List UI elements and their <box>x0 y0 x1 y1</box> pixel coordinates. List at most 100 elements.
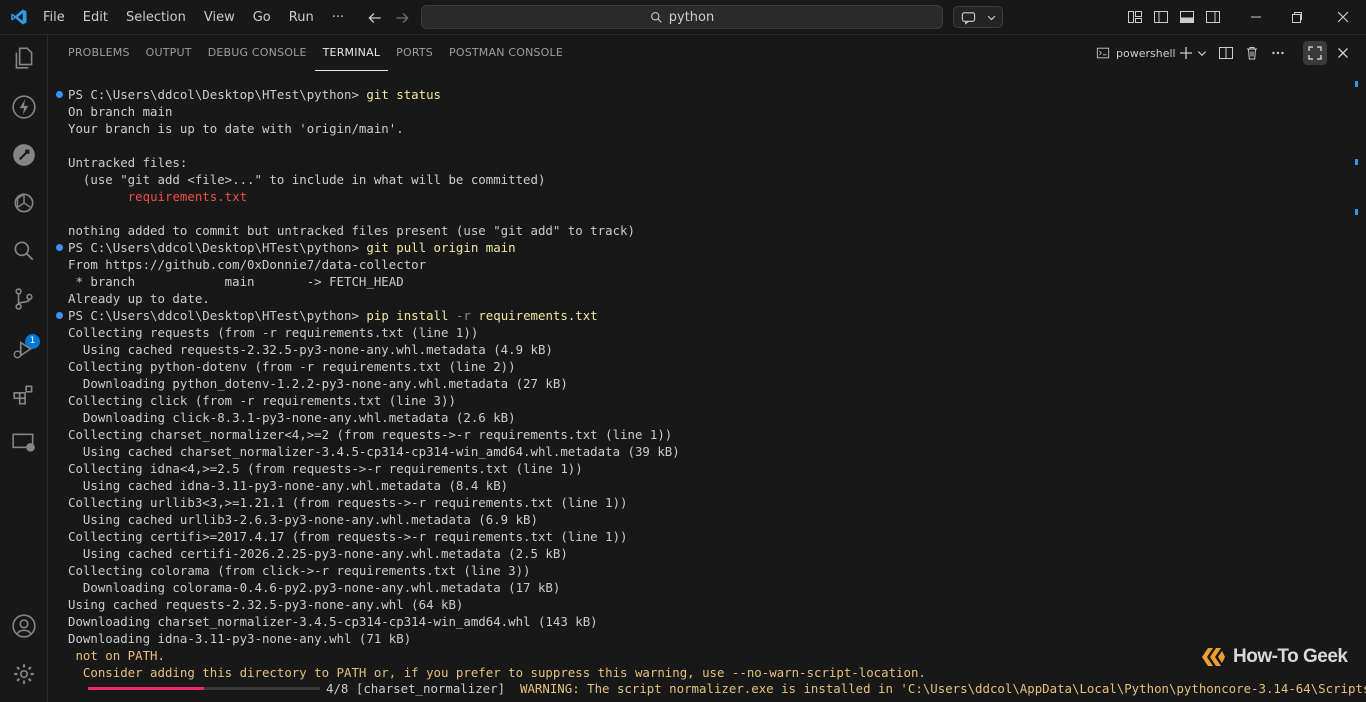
terminal-line: Collecting charset_normalizer<4,>=2 (fro… <box>68 426 1348 443</box>
chevron-down-icon[interactable] <box>1196 45 1208 61</box>
terminal-line: Your branch is up to date with 'origin/m… <box>68 120 1348 137</box>
plus-icon[interactable] <box>1178 45 1194 61</box>
run-debug-icon[interactable] <box>11 336 37 362</box>
terminal-text: Using cached idna-3.11-py3-none-any.whl.… <box>68 478 509 493</box>
terminal-line: (use "git add <file>..." to include in w… <box>68 171 1348 188</box>
command-decoration-icon[interactable] <box>56 244 63 251</box>
terminal-text: not on PATH. <box>68 648 165 663</box>
close-panel-icon[interactable] <box>1335 45 1351 61</box>
terminal-line: PS C:\Users\ddcol\Desktop\HTest\python> … <box>56 86 1348 103</box>
toggle-panel-icon[interactable] <box>1179 9 1195 25</box>
search-text: python <box>668 9 715 25</box>
close-icon[interactable] <box>1335 9 1351 25</box>
menu-file[interactable]: File <box>34 0 74 35</box>
source-control-icon[interactable] <box>11 286 37 312</box>
terminal-text: Collecting idna<4,>=2.5 (from requests->… <box>68 461 583 476</box>
gear-icon[interactable] <box>11 661 37 687</box>
progress-warning: WARNING: The script normalizer.exe is in… <box>519 681 1366 696</box>
minimize-icon[interactable] <box>1248 9 1264 25</box>
customize-layout-icon[interactable] <box>1127 9 1143 25</box>
menu-edit[interactable]: Edit <box>74 0 117 35</box>
menu-go[interactable]: Go <box>244 0 280 35</box>
arrow-left-icon[interactable] <box>366 9 384 27</box>
tab-postman-console[interactable]: POSTMAN CONSOLE <box>441 35 571 71</box>
menu-selection[interactable]: Selection <box>117 0 195 35</box>
tab-output[interactable]: OUTPUT <box>138 35 200 71</box>
terminal-line: PS C:\Users\ddcol\Desktop\HTest\python> … <box>56 239 1348 256</box>
terminal-text: Using cached urllib3-2.6.3-py3-none-any.… <box>68 512 538 527</box>
terminal-line: Using cached charset_normalizer-3.4.5-cp… <box>68 443 1348 460</box>
panel-header: PROBLEMS OUTPUT DEBUG CONSOLE TERMINAL P… <box>48 35 1366 71</box>
terminal-text: Consider adding this directory to PATH o… <box>68 665 926 680</box>
howtogeek-logo-icon <box>1202 648 1225 666</box>
terminal-text: (use "git add <file>..." to include in w… <box>68 172 546 187</box>
terminal-text: Using cached charset_normalizer-3.4.5-cp… <box>68 444 680 459</box>
progress-text: 4/8 [charset_normalizer] WARNING: The sc… <box>326 680 1366 697</box>
tab-problems[interactable]: PROBLEMS <box>60 35 138 71</box>
terminal-text: pip install <box>366 308 456 323</box>
terminal-line: Collecting idna<4,>=2.5 (from requests->… <box>68 460 1348 477</box>
tab-debug-console[interactable]: DEBUG CONSOLE <box>200 35 315 71</box>
terminal-text: Downloading click-8.3.1-py3-none-any.whl… <box>68 410 516 425</box>
progress-count: 4/8 <box>326 681 349 696</box>
terminal-text: Collecting click (from -r requirements.t… <box>68 393 456 408</box>
trash-icon[interactable] <box>1244 45 1260 61</box>
tab-ports[interactable]: PORTS <box>388 35 441 71</box>
terminal-text: Already up to date. <box>68 291 210 306</box>
terminal-line: Downloading colorama-0.4.6-py2.py3-none-… <box>68 579 1348 596</box>
menu-more[interactable]: ··· <box>323 0 353 35</box>
terminal-line: PS C:\Users\ddcol\Desktop\HTest\python> … <box>56 307 1348 324</box>
terminal-text: Your branch is up to date with 'origin/m… <box>68 121 404 136</box>
terminal-icon <box>1096 47 1110 59</box>
watermark: How-To Geek <box>1200 646 1348 668</box>
watermark-text: How-To Geek <box>1233 646 1348 667</box>
progress-bar-fill <box>88 687 204 690</box>
terminal-line: Downloading idna-3.11-py3-none-any.whl (… <box>68 630 1348 647</box>
extensions-icon[interactable] <box>11 382 37 408</box>
arrow-right-icon[interactable] <box>393 9 411 27</box>
terminal-line: Collecting requests (from -r requirement… <box>68 324 1348 341</box>
menu-run[interactable]: Run <box>280 0 323 35</box>
terminal-text: * branch main -> FETCH_HEAD <box>68 274 404 289</box>
terminal-shell-selector[interactable]: powershell <box>1096 35 1176 71</box>
terminal[interactable]: PS C:\Users\ddcol\Desktop\HTest\python> … <box>48 71 1366 702</box>
tab-terminal[interactable]: TERMINAL <box>314 35 389 71</box>
terminal-text: From https://github.com/0xDonnie7/data-c… <box>68 257 427 272</box>
terminal-text: -r <box>455 308 471 323</box>
command-decoration-icon[interactable] <box>56 91 63 98</box>
explorer-icon[interactable] <box>11 45 37 71</box>
restore-icon[interactable] <box>1289 9 1305 25</box>
toggle-primary-sidebar-icon[interactable] <box>1153 9 1169 25</box>
terminal-text: nothing added to commit but untracked fi… <box>68 223 635 238</box>
progress-package: [charset_normalizer] <box>355 681 506 696</box>
terminal-text: Collecting colorama (from click->-r requ… <box>68 563 531 578</box>
terminal-line: Downloading click-8.3.1-py3-none-any.whl… <box>68 409 1348 426</box>
scrollbar-marker <box>1355 159 1358 165</box>
search-icon[interactable] <box>11 238 37 264</box>
copilot-icon <box>961 12 976 25</box>
terminal-scrollbar[interactable] <box>1352 81 1358 691</box>
more-actions-icon[interactable] <box>1270 45 1286 61</box>
lightning-icon[interactable] <box>11 94 37 120</box>
terminal-line: Downloading charset_normalizer-3.4.5-cp3… <box>68 613 1348 630</box>
command-decoration-icon[interactable] <box>56 312 63 319</box>
menu-bar: File Edit Selection View Go Run ··· <box>34 0 353 35</box>
terminal-line: requirements.txt <box>68 188 1348 205</box>
chatgpt-icon[interactable] <box>11 190 37 216</box>
command-center-search[interactable]: python <box>421 5 943 29</box>
activity-bar: 1 <box>0 35 48 702</box>
postman-icon[interactable] <box>11 142 37 168</box>
split-terminal-icon[interactable] <box>1218 45 1234 61</box>
terminal-text: Downloading charset_normalizer-3.4.5-cp3… <box>68 614 598 629</box>
terminal-text: On branch main <box>68 104 173 119</box>
maximize-panel-button[interactable] <box>1303 41 1327 65</box>
terminal-text: Downloading colorama-0.4.6-py2.py3-none-… <box>68 580 561 595</box>
toggle-secondary-sidebar-icon[interactable] <box>1205 9 1221 25</box>
remote-explorer-icon[interactable] <box>11 430 37 456</box>
menu-view[interactable]: View <box>195 0 244 35</box>
terminal-text: Using cached certifi-2026.2.25-py3-none-… <box>68 546 568 561</box>
copilot-button[interactable] <box>953 6 1003 28</box>
account-icon[interactable] <box>11 613 37 639</box>
terminal-line: Using cached idna-3.11-py3-none-any.whl.… <box>68 477 1348 494</box>
